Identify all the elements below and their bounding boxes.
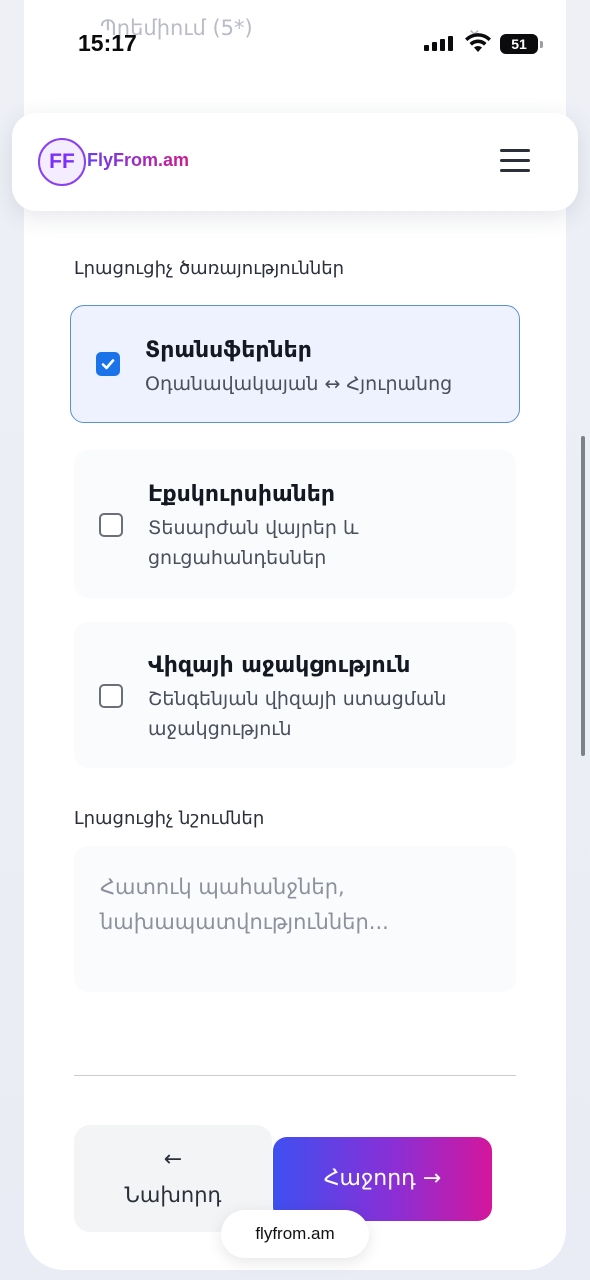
next-button[interactable]: Հաջորդ → [273, 1137, 492, 1221]
option-subtitle-line2: աջակցություն [148, 718, 292, 740]
option-subtitle-line2: ցուցահանդեսներ [148, 547, 327, 569]
option-title: Վիզայի աջակցություն [148, 653, 411, 678]
excursions-checkbox[interactable] [99, 513, 123, 537]
notes-label: Լրացուցիչ նշումներ [74, 808, 265, 829]
option-title: Տրանսֆերներ [145, 338, 312, 363]
services-label: Լրացուցիչ ծառայություններ [74, 258, 345, 279]
previous-label: Նախորդ [124, 1183, 222, 1207]
status-icons: 51 [424, 32, 544, 56]
transfers-checkbox[interactable] [96, 352, 120, 376]
checkmark-icon [101, 359, 115, 370]
visa-checkbox[interactable] [99, 684, 123, 708]
option-subtitle: Օդանավակայան ↔ Հյուրանոց [145, 373, 453, 395]
option-excursions[interactable]: Էքսկուրսիաներ Տեսարժան վայրեր և ցուցահան… [74, 450, 516, 598]
arrow-left-icon: ← [163, 1147, 183, 1172]
signal-icon [424, 36, 453, 51]
option-title: Էքսկուրսիաներ [148, 482, 335, 507]
option-transfers[interactable]: Տրանսֆերներ Օդանավակայան ↔ Հյուրանոց [70, 305, 520, 423]
logo-text[interactable]: FlyFrom.am [87, 150, 189, 171]
battery-icon: 51 [500, 34, 538, 54]
divider [74, 1075, 516, 1076]
option-visa-support[interactable]: Վիզայի աջակցություն Շենգենյան վիզայի ստա… [74, 622, 516, 768]
scrollbar[interactable] [581, 436, 585, 756]
logo-badge[interactable]: FF [38, 138, 86, 186]
hamburger-menu-icon[interactable] [500, 149, 530, 175]
battery-tip [540, 41, 543, 48]
option-subtitle-line1: Շենգենյան վիզայի ստացման [148, 688, 447, 710]
site-header: FF FlyFrom.am [12, 113, 578, 211]
browser-url-pill[interactable]: flyfrom.am [221, 1210, 369, 1258]
option-subtitle-line1: Տեսարժան վայրեր և [148, 517, 359, 539]
status-time: 15:17 [78, 30, 137, 56]
wifi-icon [465, 33, 491, 52]
notes-textarea[interactable] [74, 846, 516, 992]
